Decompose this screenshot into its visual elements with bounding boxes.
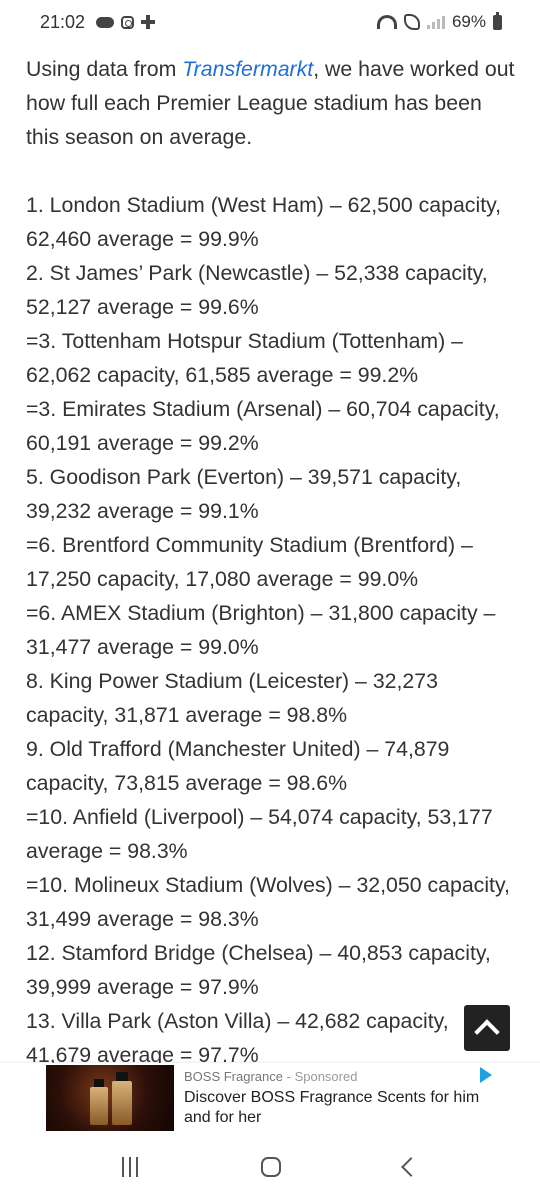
system-nav-bar [0,1133,540,1200]
list-item: 9. Old Trafford (Manchester United) – 74… [26,737,450,795]
slack-icon [141,15,156,29]
list-item: =6. Brentford Community Stadium (Brentfo… [26,533,473,591]
list-item: =3. Tottenham Hotspur Stadium (Tottenham… [26,329,464,387]
perfume-bottle-image [90,1079,108,1125]
article-content: Using data from Transfermarkt, we have w… [26,52,516,1140]
list-item: 5. Goodison Park (Everton) – 39,571 capa… [26,465,462,523]
scroll-to-top-button[interactable] [464,1005,510,1051]
list-item: =3. Emirates Stadium (Arsenal) – 60,704 … [26,397,500,455]
adchoices-icon[interactable] [480,1067,492,1083]
list-item: =6. AMEX Stadium (Brighton) – 31,800 cap… [26,601,496,659]
list-item: 2. St James’ Park (Newcastle) – 52,338 c… [26,261,488,319]
status-right: 69% [376,11,502,32]
ad-advertiser: BOSS Fragrance [184,1069,283,1084]
ad-sponsored-label: Sponsored [294,1069,358,1084]
status-time: 21:02 [40,11,86,32]
stadium-rankings-list: 1. London Stadium (West Ham) – 62,500 ca… [26,188,516,1140]
wifi-icon [376,15,397,29]
status-left: 21:02 [40,11,156,33]
transfermarkt-link[interactable]: Transfermarkt [182,57,313,81]
list-item: 8. King Power Stadium (Leicester) – 32,2… [26,669,438,727]
intro-prefix: Using data from [26,57,183,81]
recent-apps-icon[interactable] [121,1156,138,1177]
list-item: =10. Molineux Stadium (Wolves) – 32,050 … [26,873,510,931]
ad-banner[interactable]: BOSS Fragrance - Sponsored Discover BOSS… [0,1063,540,1133]
list-item: =10. Anfield (Liverpool) – 54,074 capaci… [26,805,493,863]
battery-icon [493,11,502,30]
ad-separator: - [283,1069,295,1084]
article-intro: Using data from Transfermarkt, we have w… [26,52,516,154]
instagram-icon [121,15,135,29]
list-item: 1. London Stadium (West Ham) – 62,500 ca… [26,193,502,251]
ad-headline[interactable]: Discover BOSS Fragrance Scents for him a… [184,1088,500,1128]
perfume-bottle-image [112,1072,132,1125]
back-icon[interactable] [401,1156,422,1177]
signal-icon [426,15,445,29]
list-item: 13. Villa Park (Aston Villa) – 42,682 ca… [26,1009,449,1067]
battery-percentage: 69% [451,12,486,31]
ad-meta: BOSS Fragrance - Sponsored [184,1069,357,1084]
cloud-icon [96,16,115,28]
wifi-calling-icon [403,14,420,30]
chevron-up-icon [474,1019,500,1045]
status-bar: 21:02 69% [0,0,540,44]
home-icon[interactable] [260,1156,281,1177]
list-item: 12. Stamford Bridge (Chelsea) – 40,853 c… [26,941,491,999]
ad-image[interactable] [46,1065,174,1131]
